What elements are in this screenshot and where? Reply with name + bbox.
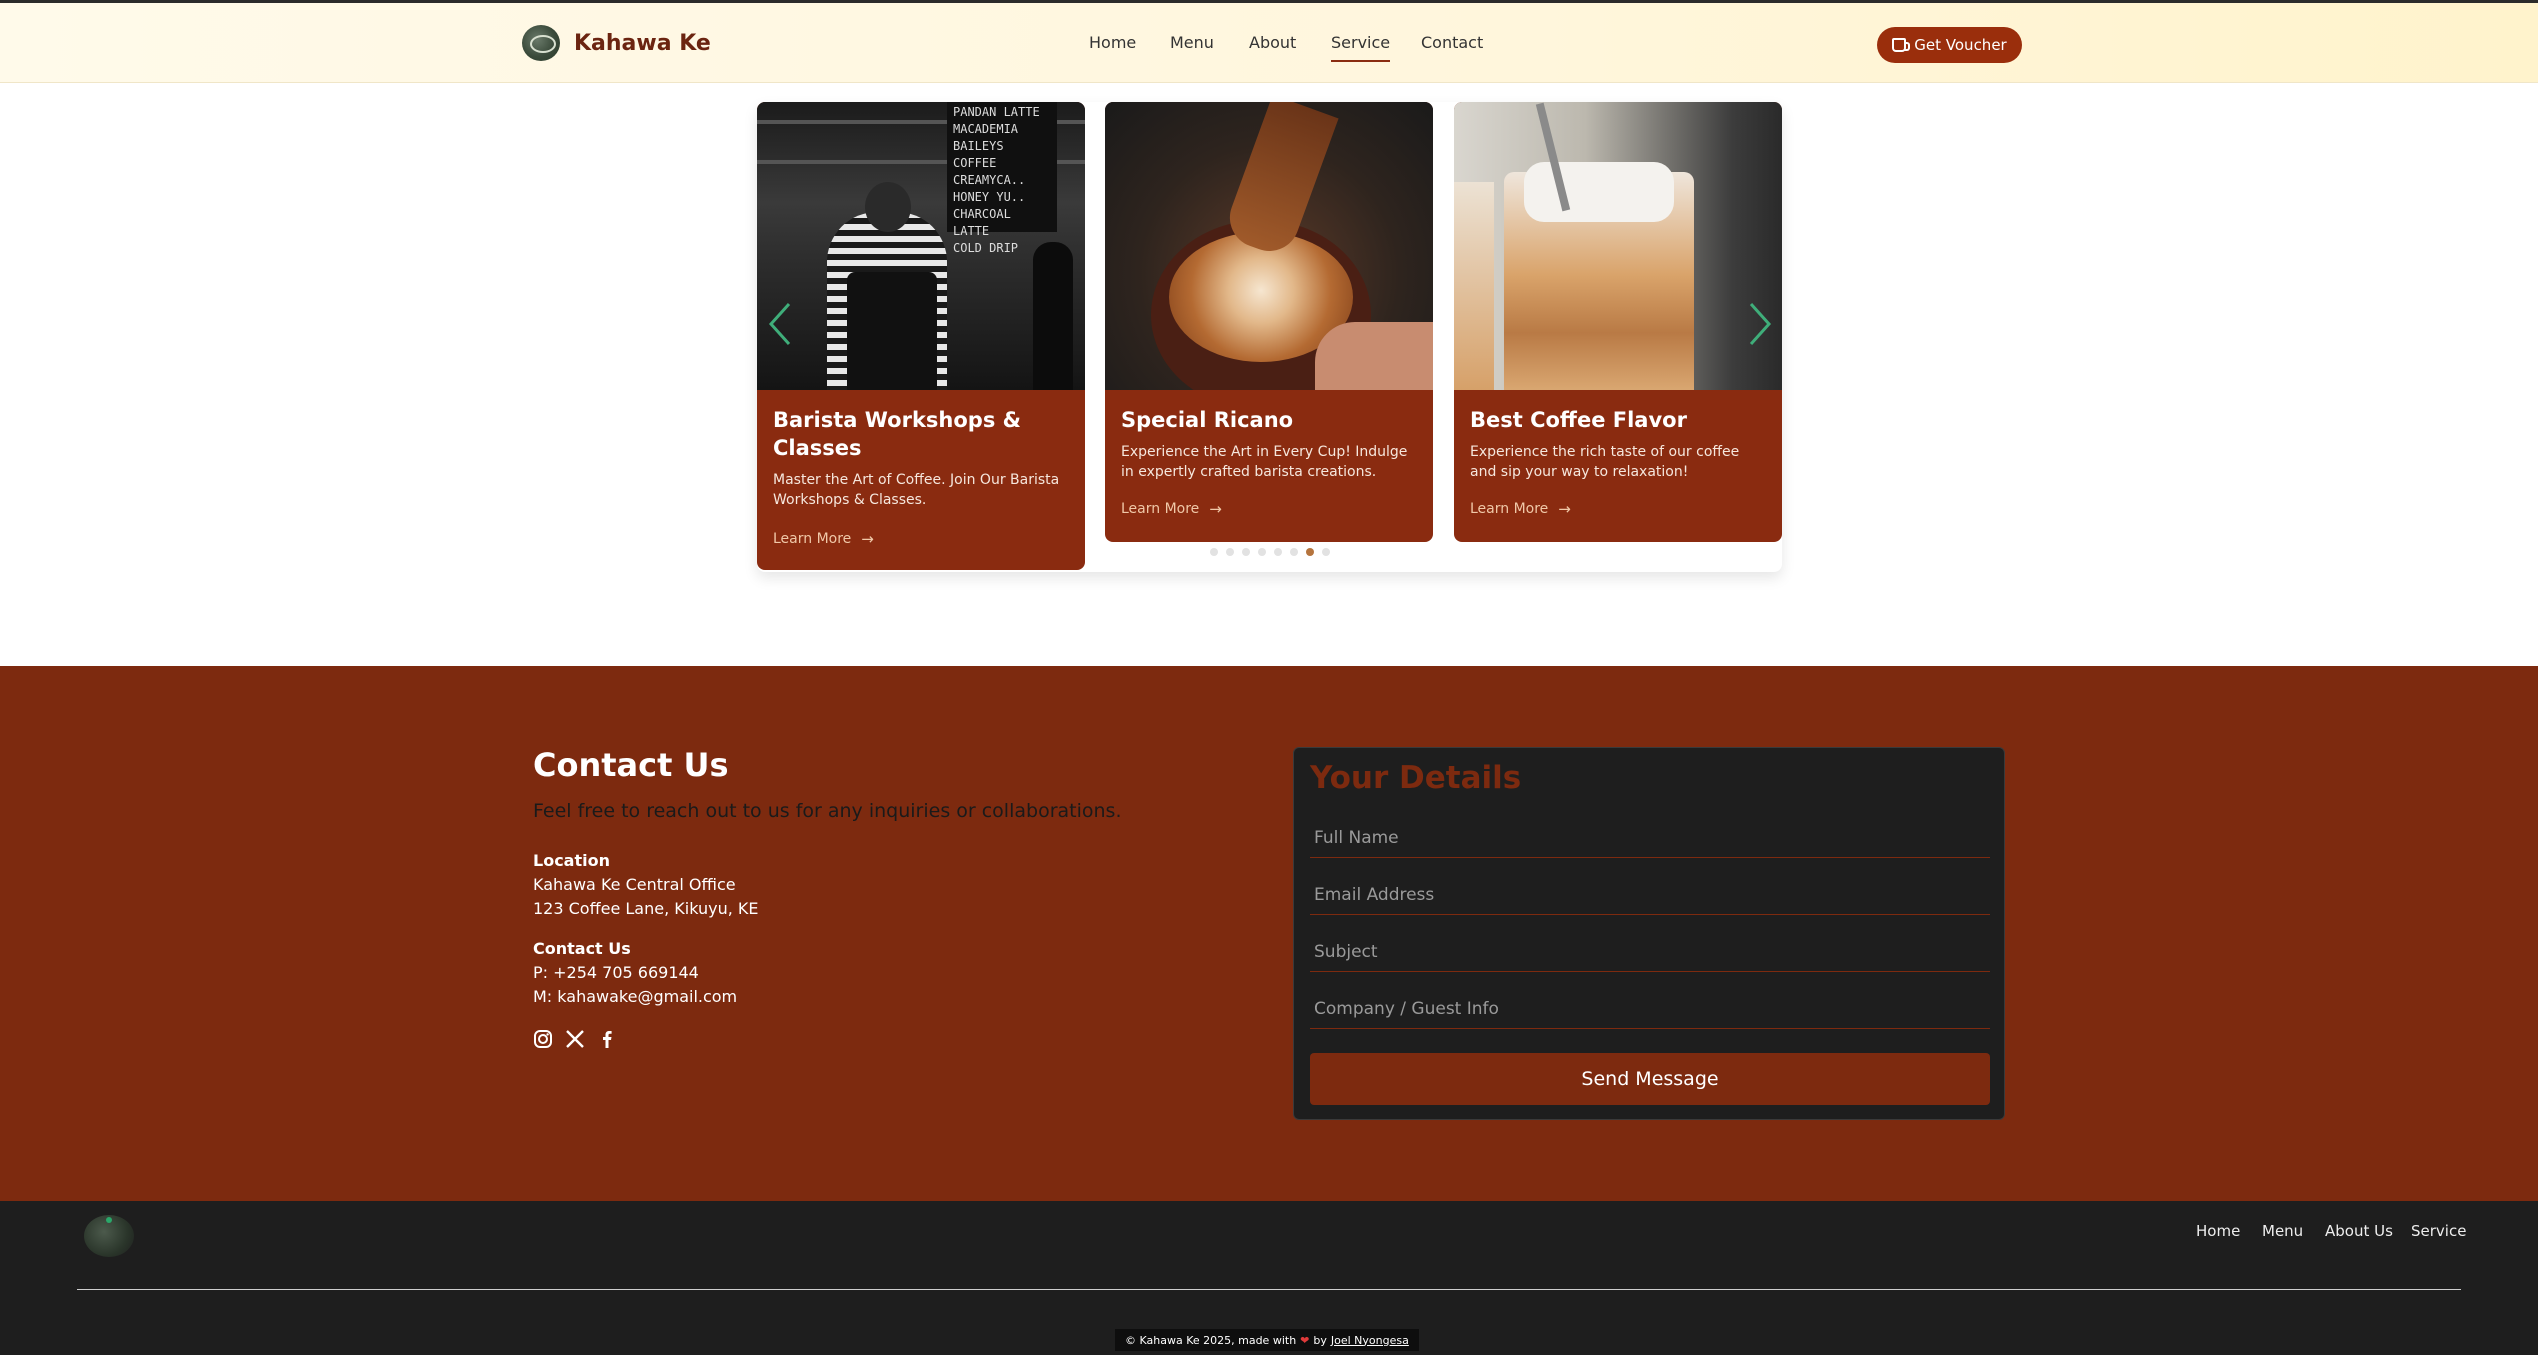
brand-name: Kahawa Ke (574, 30, 711, 56)
card-title: Special Ricano (1121, 408, 1294, 432)
ice-cubes (1524, 162, 1674, 222)
services-carousel: PANDAN LATTE MACADEMIA BAILEYS COFFEE CR… (757, 102, 1782, 572)
nav-about[interactable]: About (1249, 33, 1296, 60)
card-title: Best Coffee Flavor (1470, 408, 1687, 432)
instagram-icon[interactable] (533, 1029, 553, 1049)
footer-nav-about-us[interactable]: About Us (2325, 1222, 2393, 1240)
barista-photo: PANDAN LATTE MACADEMIA BAILEYS COFFEE CR… (757, 102, 1085, 390)
location-line-2: 123 Coffee Lane, Kikuyu, KE (533, 899, 759, 918)
background-glass (1454, 182, 1494, 390)
form-title: Your Details (1310, 760, 1522, 796)
coffee-cup-icon (1892, 38, 1911, 52)
brand[interactable]: Kahawa Ke (522, 25, 711, 61)
barista-head (865, 182, 911, 232)
learn-more-link[interactable]: Learn More → (1121, 500, 1417, 518)
copyright-by: by (1313, 1333, 1327, 1347)
facebook-icon[interactable] (597, 1029, 617, 1049)
location-label: Location (533, 851, 610, 870)
carousel-next-chevron-icon[interactable] (1747, 302, 1773, 346)
carousel-dot[interactable] (1226, 548, 1234, 556)
latte-photo (1105, 102, 1433, 390)
carousel-dot[interactable] (1306, 548, 1314, 556)
contact-subtitle: Feel free to reach out to us for any inq… (533, 800, 1122, 822)
footer-nav-service[interactable]: Service (2411, 1222, 2466, 1240)
card-best-coffee-flavor[interactable]: Best Coffee Flavor Experience the rich t… (1454, 102, 1782, 542)
email-address: M: kahawake@gmail.com (533, 987, 738, 1006)
nav-contact[interactable]: Contact (1421, 33, 1483, 60)
arrow-right-icon: → (861, 530, 874, 548)
contact-title: Contact Us (533, 746, 729, 784)
footer-logo-icon[interactable] (84, 1215, 134, 1257)
contact-us-label: Contact Us (533, 939, 631, 958)
get-voucher-button[interactable]: Get Voucher (1877, 27, 2022, 63)
full-name-field-wrap (1310, 818, 1990, 858)
contact-section: Contact Us Feel free to reach out to us … (0, 666, 2538, 1201)
copyright: © Kahawa Ke 2025, made with ❤ by Joel Ny… (1115, 1329, 1419, 1351)
phone-number: P: +254 705 669144 (533, 963, 699, 982)
card-barista-workshops[interactable]: PANDAN LATTE MACADEMIA BAILEYS COFFEE CR… (757, 102, 1085, 570)
nav-service[interactable]: Service (1331, 33, 1391, 62)
carousel-dot[interactable] (1242, 548, 1250, 556)
menu-board: PANDAN LATTE MACADEMIA BAILEYS COFFEE CR… (947, 102, 1057, 255)
barista-apron (847, 272, 937, 390)
email-field-wrap (1310, 875, 1990, 915)
social-links (533, 1029, 617, 1049)
card-special-ricano[interactable]: Special Ricano Experience the Art in Eve… (1105, 102, 1433, 542)
heart-icon: ❤ (1300, 1333, 1310, 1347)
site-footer: Home Menu About Us Service © Kahawa Ke 2… (0, 1201, 2538, 1355)
send-message-button[interactable]: Send Message (1310, 1053, 1990, 1105)
hand (1315, 322, 1433, 390)
arrow-right-icon: → (1558, 500, 1571, 518)
learn-more-link[interactable]: Learn More → (773, 530, 1069, 548)
card-description: Master the Art of Coffee. Join Our Baris… (773, 472, 1060, 508)
get-voucher-label: Get Voucher (1914, 36, 2007, 54)
carousel-dot[interactable] (1290, 548, 1298, 556)
carousel-dot[interactable] (1322, 548, 1330, 556)
footer-nav-menu[interactable]: Menu (2262, 1222, 2303, 1240)
subject-input[interactable] (1310, 932, 1990, 971)
x-icon[interactable] (565, 1029, 585, 1049)
footer-nav-home[interactable]: Home (2196, 1222, 2240, 1240)
company-guest-info-input[interactable] (1310, 989, 1990, 1028)
full-name-input[interactable] (1310, 818, 1990, 857)
card-description: Experience the Art in Every Cup! Indulge… (1121, 444, 1408, 480)
carousel-dot[interactable] (1274, 548, 1282, 556)
author-link[interactable]: Joel Nyongesa (1331, 1334, 1409, 1347)
company-field-wrap (1310, 989, 1990, 1029)
iced-coffee-photo (1454, 102, 1782, 390)
location-line-1: Kahawa Ke Central Office (533, 875, 736, 894)
brand-logo-icon (522, 25, 560, 61)
footer-divider (77, 1289, 2461, 1290)
subject-field-wrap (1310, 932, 1990, 972)
arrow-right-icon: → (1209, 500, 1222, 518)
coffee-grinder (1033, 242, 1073, 390)
nav-home[interactable]: Home (1089, 33, 1136, 60)
nav-menu[interactable]: Menu (1170, 33, 1214, 60)
copyright-text: © Kahawa Ke 2025, made with (1125, 1333, 1297, 1347)
contact-form: Your Details Send Message (1293, 747, 2005, 1120)
carousel-pagination (1210, 548, 1330, 556)
card-title: Barista Workshops & Classes (773, 408, 1021, 460)
learn-more-link[interactable]: Learn More → (1470, 500, 1766, 518)
carousel-dot[interactable] (1210, 548, 1218, 556)
carousel-prev-chevron-icon[interactable] (767, 302, 793, 346)
carousel-dot[interactable] (1258, 548, 1266, 556)
card-description: Experience the rich taste of our coffee … (1470, 444, 1740, 480)
site-header: Kahawa Ke Home Menu About Service Contac… (0, 3, 2538, 83)
email-input[interactable] (1310, 875, 1990, 914)
